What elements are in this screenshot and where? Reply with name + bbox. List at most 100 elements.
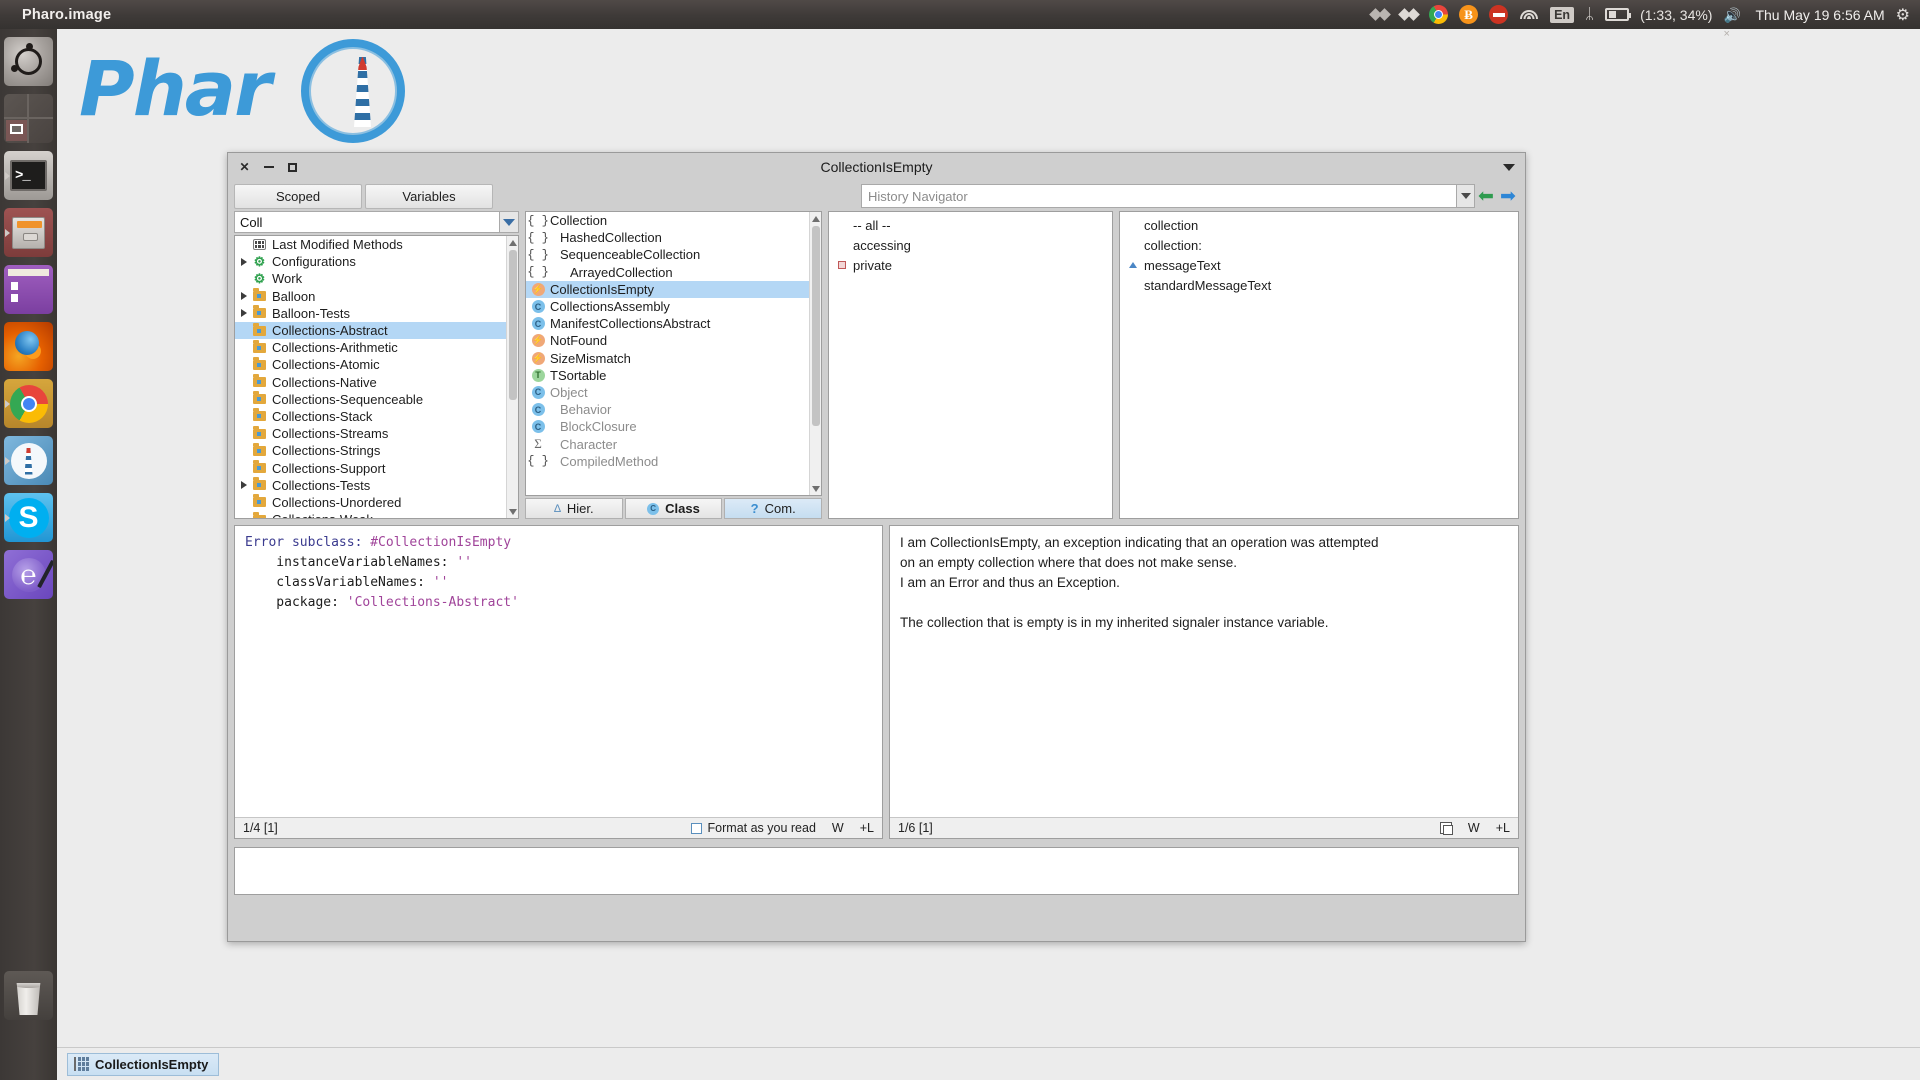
gear-icon[interactable]: ⚙	[1896, 5, 1910, 25]
class-row[interactable]: C CollectionsAssembly	[526, 298, 821, 315]
package-row[interactable]: ⚙ Work	[235, 270, 518, 287]
history-dropdown-icon[interactable]	[1457, 184, 1475, 208]
class-row[interactable]: { } ArrayedCollection	[526, 264, 821, 281]
package-row[interactable]: Last Modified Methods	[235, 236, 518, 253]
launcher-item-software-center[interactable]	[4, 265, 53, 314]
expand-arrow-icon[interactable]	[237, 481, 251, 490]
clock[interactable]: Thu May 19 6:56 AM	[1755, 7, 1884, 23]
scroll-down-icon[interactable]	[811, 483, 821, 494]
protocol-row[interactable]: accessing	[829, 235, 1112, 255]
protocol-row[interactable]: -- all --	[829, 215, 1112, 235]
package-row[interactable]: ⚙ Configurations	[235, 253, 518, 270]
package-row[interactable]: Balloon-Tests	[235, 305, 518, 322]
launcher-item-files[interactable]	[4, 208, 53, 257]
package-filter-field[interactable]: Coll	[234, 211, 519, 233]
package-row[interactable]: Collections-Native	[235, 374, 518, 391]
class-list-scrollbar[interactable]	[809, 212, 821, 495]
class-row[interactable]: { } SequenceableCollection	[526, 246, 821, 263]
protocol-row[interactable]: private	[829, 255, 1112, 275]
package-row[interactable]: Collections-Weak	[235, 511, 518, 518]
class-row[interactable]: C Behavior	[526, 401, 821, 418]
package-list[interactable]: Last Modified Methods ⚙ Configurations ⚙ Wor…	[234, 235, 519, 519]
history-navigator-input[interactable]: History Navigator	[861, 184, 1457, 208]
class-definition-editor[interactable]: Error subclass: #CollectionIsEmpty insta…	[234, 525, 883, 839]
wifi-icon[interactable]	[1519, 7, 1539, 23]
class-row[interactable]: ⚡ NotFound	[526, 332, 821, 349]
scroll-up-icon[interactable]	[508, 237, 518, 248]
class-row[interactable]: C ManifestCollectionsAbstract	[526, 315, 821, 332]
navigate-forward-icon[interactable]: ➡	[1497, 187, 1519, 206]
class-row[interactable]: { } HashedCollection	[526, 229, 821, 246]
package-row[interactable]: Collections-Atomic	[235, 356, 518, 373]
class-tab-class[interactable]: C Class	[624, 498, 723, 519]
scroll-up-icon[interactable]	[811, 213, 821, 224]
class-tab-hier[interactable]: ∆ Hier.	[525, 498, 623, 519]
package-row[interactable]: Collections-Strings	[235, 442, 518, 459]
bluetooth-icon[interactable]: ᛦ	[1585, 6, 1594, 23]
class-definition-text[interactable]: Error subclass: #CollectionIsEmpty insta…	[235, 526, 882, 817]
comment-line-numbers-toggle[interactable]: +L	[1496, 821, 1510, 835]
variables-button[interactable]: Variables	[365, 183, 493, 209]
taskbar-item-collectionisempty[interactable]: CollectionIsEmpty	[67, 1052, 220, 1076]
no-entry-icon[interactable]	[1489, 5, 1509, 24]
package-row[interactable]: Collections-Unordered	[235, 494, 518, 511]
volume-muted-icon[interactable]: 🔊×	[1723, 7, 1744, 40]
class-row[interactable]: { } Collection	[526, 212, 821, 229]
launcher-item-firefox[interactable]	[4, 322, 53, 371]
chevron-down-icon[interactable]	[1503, 163, 1515, 171]
expand-arrow-icon[interactable]	[237, 309, 251, 318]
code-wrap-toggle[interactable]: W	[832, 821, 844, 835]
dropbox-icon-2[interactable]	[1400, 7, 1418, 23]
chrome-icon[interactable]	[1429, 5, 1449, 24]
class-row[interactable]: C BlockClosure	[526, 418, 821, 435]
class-row[interactable]: ⚡ SizeMismatch	[526, 350, 821, 367]
battery-icon[interactable]	[1605, 8, 1632, 21]
package-row[interactable]: Collections-Stack	[235, 408, 518, 425]
scrollbar-thumb[interactable]	[509, 250, 517, 400]
class-comment-text[interactable]: I am CollectionIsEmpty, an exception ind…	[890, 526, 1518, 817]
package-row[interactable]: Collections-Sequenceable	[235, 391, 518, 408]
bitcoin-icon[interactable]: Ƀ	[1459, 5, 1479, 24]
code-line-numbers-toggle[interactable]: +L	[860, 821, 874, 835]
method-row[interactable]: collection:	[1120, 235, 1518, 255]
package-row[interactable]: Collections-Arithmetic	[235, 339, 518, 356]
package-list-scrollbar[interactable]	[506, 236, 518, 518]
launcher-item-ubuntu-dash[interactable]	[4, 37, 53, 86]
protocols-pane[interactable]: -- all -- accessing private	[828, 211, 1113, 519]
package-row[interactable]: Collections-Abstract	[235, 321, 518, 340]
class-row[interactable]: C Object	[526, 384, 821, 401]
class-list[interactable]: { } Collection{ } HashedCollection{ } Seque…	[525, 211, 822, 496]
expand-arrow-icon[interactable]	[237, 292, 251, 301]
package-row[interactable]: Collections-Tests	[235, 477, 518, 494]
package-row[interactable]: Collections-Streams	[235, 425, 518, 442]
copy-icon[interactable]	[1439, 822, 1453, 835]
scrollbar-thumb[interactable]	[812, 226, 820, 426]
class-row[interactable]: Σ Character	[526, 435, 821, 452]
class-row[interactable]: { } CompiledMethod	[526, 453, 821, 470]
method-row[interactable]: standardMessageText	[1120, 275, 1518, 295]
methods-pane[interactable]: collection collection: messageText standard…	[1119, 211, 1519, 519]
method-row[interactable]: collection	[1120, 215, 1518, 235]
format-as-you-read-checkbox[interactable]	[690, 822, 702, 834]
scroll-down-icon[interactable]	[508, 506, 518, 517]
launcher-item-chrome[interactable]	[4, 379, 53, 428]
comment-wrap-toggle[interactable]: W	[1468, 821, 1480, 835]
expand-arrow-icon[interactable]	[237, 257, 251, 266]
keyboard-layout-indicator[interactable]: En	[1550, 6, 1575, 23]
package-filter-dropdown-icon[interactable]	[499, 212, 518, 232]
window-titlebar[interactable]: ✕ CollectionIsEmpty	[228, 153, 1525, 181]
class-row[interactable]: ⚡ CollectionIsEmpty	[526, 280, 821, 298]
scoped-button[interactable]: Scoped	[234, 183, 362, 209]
launcher-item-terminal[interactable]: >_	[4, 151, 53, 200]
class-tab-com[interactable]: ? Com.	[724, 498, 823, 519]
launcher-item-trash[interactable]	[4, 963, 53, 1020]
dropbox-icon[interactable]	[1371, 7, 1389, 23]
launcher-item-skype[interactable]: S	[4, 493, 53, 542]
package-row[interactable]: Collections-Support	[235, 459, 518, 476]
playground-pane[interactable]	[234, 847, 1519, 895]
class-comment-editor[interactable]: I am CollectionIsEmpty, an exception ind…	[889, 525, 1519, 839]
method-row[interactable]: messageText	[1120, 255, 1518, 275]
class-row[interactable]: T TSortable	[526, 367, 821, 384]
package-row[interactable]: Balloon	[235, 288, 518, 305]
launcher-item-workspace-switcher[interactable]	[4, 94, 53, 143]
